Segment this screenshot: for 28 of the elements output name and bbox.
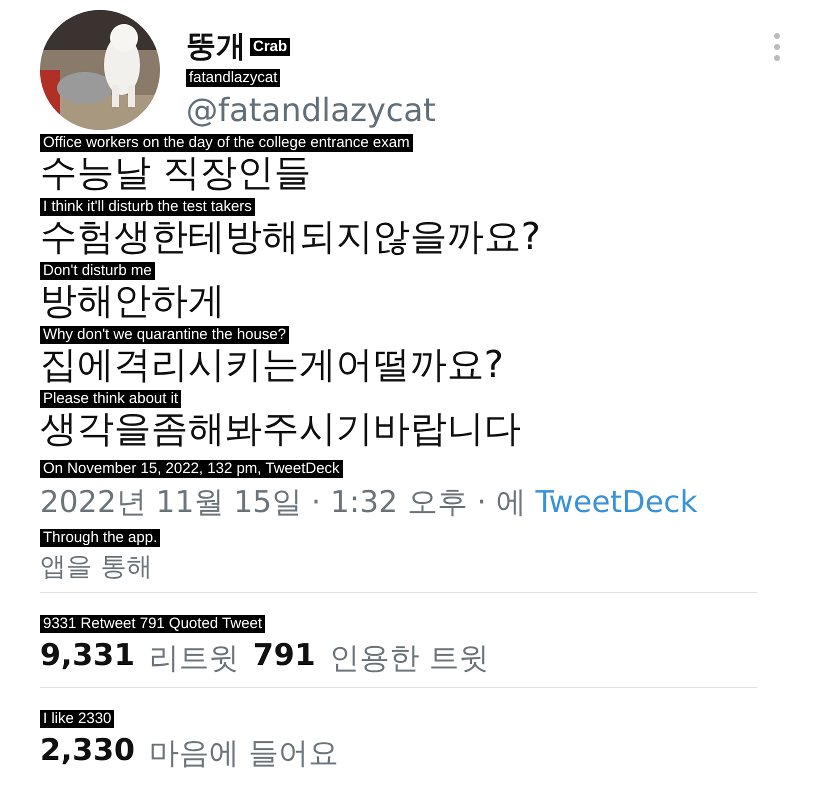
translation-label: Through the app.: [40, 529, 160, 547]
tweet-text: 집에격리시키는게어떨까요?: [40, 344, 505, 386]
user-handle: @fatandlazycat: [186, 91, 437, 129]
stat-label[interactable]: 리트윗: [148, 638, 239, 679]
stat-count: 2,330: [40, 733, 135, 770]
tweet-text: 수능날 직장인들: [40, 152, 312, 194]
translation-label: On November 15, 2022, 132 pm, TweetDeck: [40, 460, 343, 478]
stat-count: 791: [252, 638, 316, 675]
stat-label[interactable]: 인용한 트윗: [330, 638, 490, 679]
stat-count: 9,331: [40, 638, 135, 675]
display-name: 뚱개: [186, 28, 246, 66]
translation-label: Don't disturb me: [40, 262, 155, 280]
tweet-timestamp: 2022년 11월 15일 · 1:32 오후 · 에: [40, 485, 526, 520]
translation-label: Please think about it: [40, 390, 182, 408]
tweet-text: 수험생한테방해되지않을까요?: [40, 216, 542, 258]
translation-label: Why don't we quarantine the house?: [40, 326, 290, 344]
stat-label[interactable]: 마음에 들어요: [148, 733, 338, 774]
translation-label: Crab: [250, 38, 290, 56]
translation-label: fatandlazycat: [186, 69, 280, 87]
translation-label: I think it'll disturb the test takers: [40, 198, 255, 216]
translation-label: Office workers on the day of the college entrance exam: [40, 134, 413, 152]
translation-label: 9331 Retweet 791 Quoted Tweet: [40, 615, 266, 633]
source-link[interactable]: TweetDeck: [535, 485, 698, 520]
via-text: 앱을 통해: [40, 551, 154, 584]
translation-label: I like 2330: [40, 710, 114, 728]
tweet-text: 생각을좀해봐주시기바랍니다: [40, 408, 522, 450]
tweet-text: 방해안하게: [40, 280, 226, 322]
more-options-icon[interactable]: [773, 32, 781, 62]
